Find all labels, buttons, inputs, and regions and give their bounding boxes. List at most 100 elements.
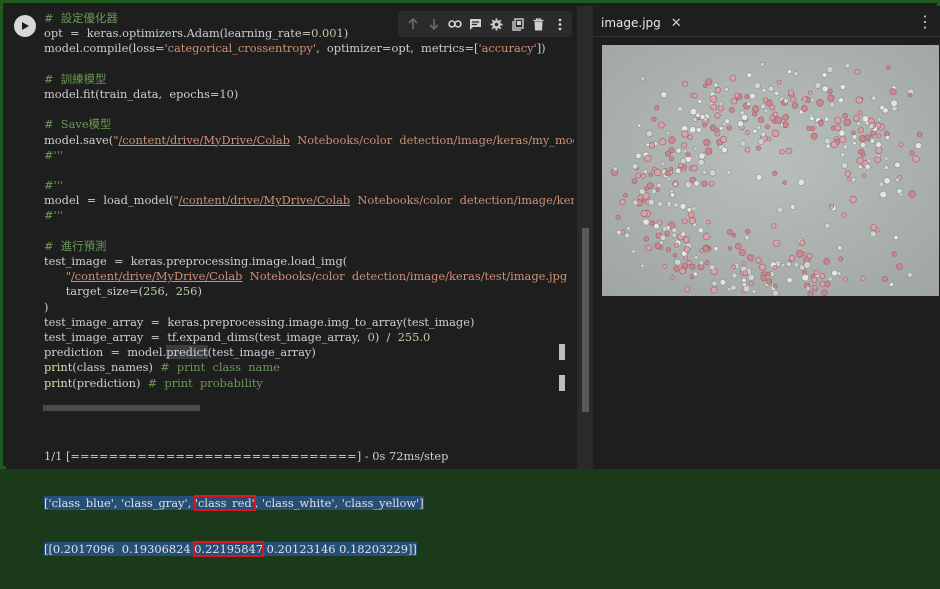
bead [799,239,806,246]
bead [806,125,812,131]
code-line[interactable]: # Save模型 [44,117,574,132]
bead [827,276,833,282]
bead [896,188,903,194]
bead [691,164,698,172]
run-cell-button[interactable] [14,15,36,37]
bead [747,254,755,262]
bead [695,126,702,133]
code-line[interactable] [44,224,574,239]
bead [853,115,860,122]
bead [793,262,800,268]
cell-output: 1/1 [==============================] - 0… [6,411,577,557]
code-line[interactable] [44,163,574,178]
bead [819,281,826,287]
bead [624,232,631,239]
bead [816,99,824,107]
bead [698,152,706,160]
bead [701,180,708,187]
code-line[interactable]: model.save("/content/drive/MyDrive/Colab… [44,133,574,148]
bead [826,66,834,73]
code-line[interactable]: test_image_array = keras.preprocessing.i… [44,315,574,330]
code-line[interactable]: test_image_array = tf.expand_dims(test_i… [44,330,574,345]
bead [681,130,689,138]
bead [744,130,750,136]
bead [830,141,838,149]
vertical-scrollbar-thumb[interactable] [582,228,589,412]
bead [817,119,824,127]
bead [649,220,656,226]
bead [744,146,751,153]
code-line[interactable]: # 進行預測 [44,239,574,254]
bead [803,261,811,269]
delete-icon[interactable] [528,12,549,36]
more-vert-icon[interactable]: ⋮ [917,12,933,32]
bead [915,142,922,150]
bead [772,265,778,270]
code-line[interactable]: model.fit(train_data, epochs=10) [44,87,574,102]
bead [666,176,672,182]
bead [697,158,705,166]
bead [870,224,877,231]
bead [834,124,842,132]
bead [752,105,760,113]
code-line[interactable]: print(class_names) # print class name [44,360,574,375]
cell-toolbar [398,11,572,37]
bead [765,278,772,285]
bead [718,101,724,106]
code-token: # 設定優化器 [44,11,118,25]
bead [675,147,682,154]
bead [785,261,792,268]
screenshot-frame: # 設定優化器 opt = keras.optimizers.Adam(learn… [0,0,940,557]
bead [729,74,737,82]
mirror-cell-icon[interactable] [507,12,528,36]
code-line[interactable]: model = load_model("/content/drive/MyDri… [44,193,574,208]
bead [842,112,848,119]
code-line[interactable]: # 訓練模型 [44,72,574,87]
bead [776,206,784,214]
bead [851,134,858,140]
code-line[interactable]: #''' [44,148,574,163]
bead [884,165,889,170]
code-line[interactable]: model.compile(loss='categorical_crossent… [44,41,574,56]
tab-image[interactable]: image.jpg ✕ [601,12,682,34]
bead [749,92,756,100]
code-editor[interactable]: # 設定優化器 opt = keras.optimizers.Adam(learn… [44,11,574,391]
link-icon[interactable] [444,12,465,36]
code-line[interactable]: #''' [44,178,574,193]
arrow-up-icon[interactable] [402,12,423,36]
bead [797,178,805,186]
code-line[interactable]: test_image = keras.preprocessing.image.l… [44,254,574,269]
bead [917,131,923,137]
bead [810,132,818,140]
bead [859,135,867,143]
bead [806,253,813,259]
beads-photo [602,45,939,296]
code-line[interactable]: #''' [44,208,574,223]
bead [683,246,691,253]
code-line[interactable] [44,102,574,117]
close-icon[interactable]: ✕ [671,16,682,31]
gear-icon[interactable] [486,12,507,36]
arrow-down-icon[interactable] [423,12,444,36]
code-line[interactable]: prediction = model.predict(test_image_ar… [44,345,574,360]
code-line[interactable]: "/content/drive/MyDrive/Colab Notebooks/… [44,269,574,284]
image-preview [602,45,939,296]
bead [660,161,666,166]
code-line[interactable] [44,57,574,72]
code-line[interactable]: ) [44,300,574,315]
code-line[interactable]: print(prediction) # print probability [44,376,574,391]
bead [695,112,701,118]
code-token: 'categorical_crossentropy' [164,41,317,56]
comment-icon[interactable] [465,12,486,36]
bead [731,264,737,270]
bead [687,134,693,140]
code-token: ) [44,299,49,314]
more-vert-icon[interactable] [549,12,570,36]
bead [706,219,711,225]
bead [757,116,765,123]
bead [727,246,732,251]
bead [692,92,698,99]
bead [821,72,828,78]
code-cell[interactable]: # 設定優化器 opt = keras.optimizers.Adam(learn… [6,6,577,469]
code-line[interactable]: target_size=(256, 256) [44,284,574,299]
